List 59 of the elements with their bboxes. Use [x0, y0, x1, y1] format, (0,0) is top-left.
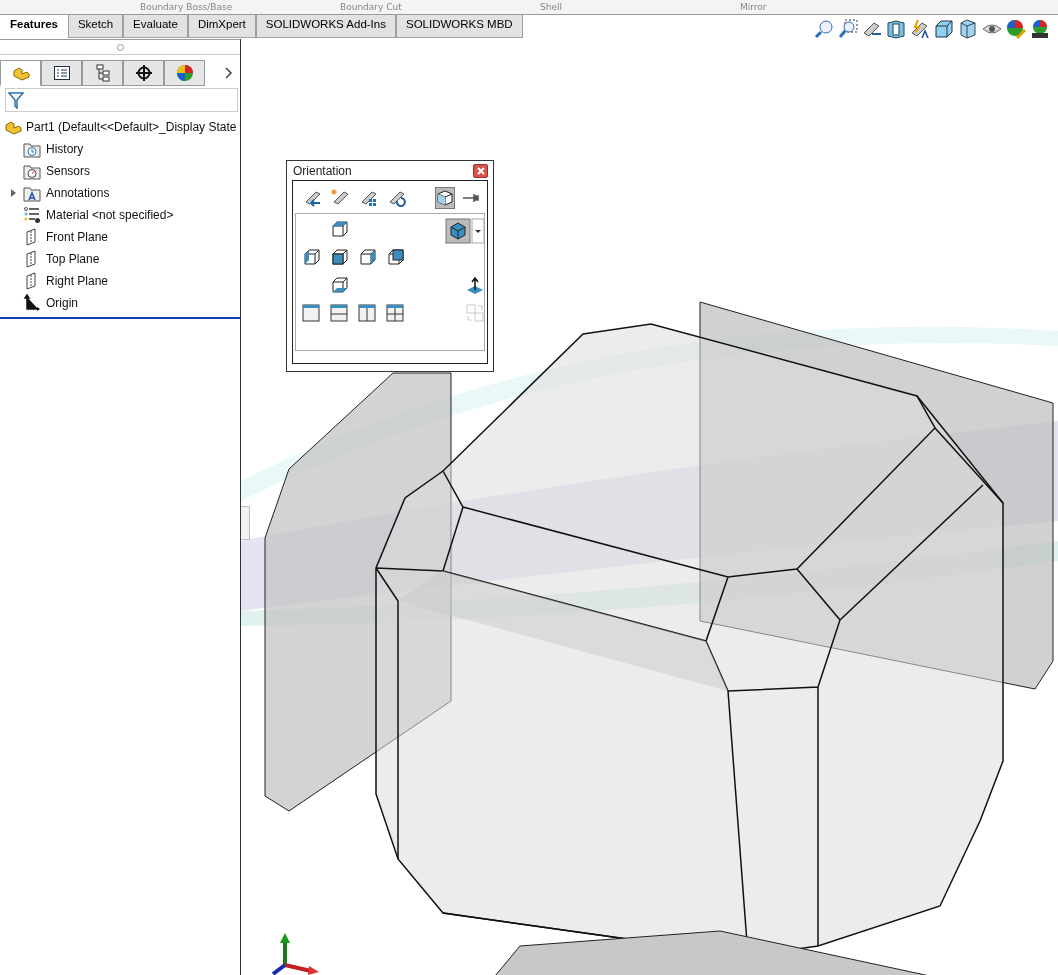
panel-tab[interactable]: [41, 60, 82, 86]
expand-arrow-icon[interactable]: [8, 188, 18, 198]
left-view-icon[interactable]: [304, 249, 320, 265]
close-icon: [476, 167, 485, 175]
two-horizontal-viewports-icon[interactable]: [330, 304, 348, 322]
dialog-title: Orientation: [293, 164, 352, 178]
section-view-icon[interactable]: [886, 19, 906, 39]
tree-item[interactable]: Sensors: [46, 164, 91, 178]
chevron-right-icon[interactable]: [225, 67, 233, 79]
part-icon: [4, 119, 22, 135]
color-ball-icon: [175, 64, 194, 82]
ribbon-tab[interactable]: Evaluate: [123, 15, 188, 38]
panel-collapse-handle[interactable]: [241, 506, 250, 540]
ribbon-tab[interactable]: DimXpert: [187, 15, 256, 38]
tree-item[interactable]: Top Plane: [46, 252, 100, 266]
zoom-area-icon[interactable]: [838, 19, 858, 39]
four-viewports-icon[interactable]: [386, 304, 404, 322]
link-views-icon: [466, 304, 484, 322]
tree-item[interactable]: Right Plane: [46, 274, 109, 288]
sensor-folder-icon: [23, 162, 41, 180]
ribbon-tab[interactable]: SOLIDWORKS MBD: [395, 15, 523, 38]
ribbon-tab[interactable]: SOLIDWORKS Add-Ins: [255, 15, 396, 38]
close-button[interactable]: [473, 164, 488, 178]
hierarchy-icon: [94, 64, 111, 82]
tree-item[interactable]: Part1 (Default<<Default>_Display State: [26, 120, 237, 134]
normal-to-icon[interactable]: [467, 276, 483, 294]
appearance-edit-icon[interactable]: [1006, 19, 1026, 39]
orientation-tool-button[interactable]: [435, 187, 455, 209]
front-view-icon[interactable]: [332, 249, 348, 265]
bottom-view-icon[interactable]: [332, 277, 348, 293]
tree-item[interactable]: Material <not specified>: [46, 208, 174, 222]
zoom-to-fit-icon[interactable]: [814, 19, 834, 39]
view-cube-icon: [436, 189, 454, 207]
back-view-icon[interactable]: [388, 249, 404, 265]
scene-icon[interactable]: [1030, 19, 1050, 39]
display-style-icon[interactable]: [958, 19, 978, 39]
material-list-icon: [23, 206, 41, 224]
two-vertical-viewports-icon[interactable]: [358, 304, 376, 322]
top-view-icon[interactable]: [332, 221, 348, 237]
tree-item[interactable]: Origin: [46, 296, 78, 310]
dynamic-annotation-icon[interactable]: [910, 19, 930, 39]
panel-tab[interactable]: [123, 60, 164, 86]
filter-icon: [8, 91, 24, 109]
single-viewport-icon[interactable]: [302, 304, 320, 322]
view-orientation-icon[interactable]: [934, 19, 954, 39]
filter-field[interactable]: [5, 88, 238, 112]
right-view-icon[interactable]: [360, 249, 376, 265]
tree-item[interactable]: Annotations: [46, 186, 110, 200]
isometric-view-button[interactable]: [445, 218, 471, 244]
origin-axes-icon: [23, 294, 41, 312]
ribbon-tab[interactable]: Sketch: [67, 15, 124, 38]
crosshair-icon: [134, 64, 153, 82]
pin-icon: [462, 192, 480, 204]
tree-item[interactable]: Front Plane: [46, 230, 109, 244]
tree-item[interactable]: History: [46, 142, 84, 156]
list-icon: [52, 65, 71, 81]
history-folder-icon: [23, 140, 41, 158]
part-icon: [11, 65, 30, 81]
annotation-folder-icon: [23, 184, 41, 202]
